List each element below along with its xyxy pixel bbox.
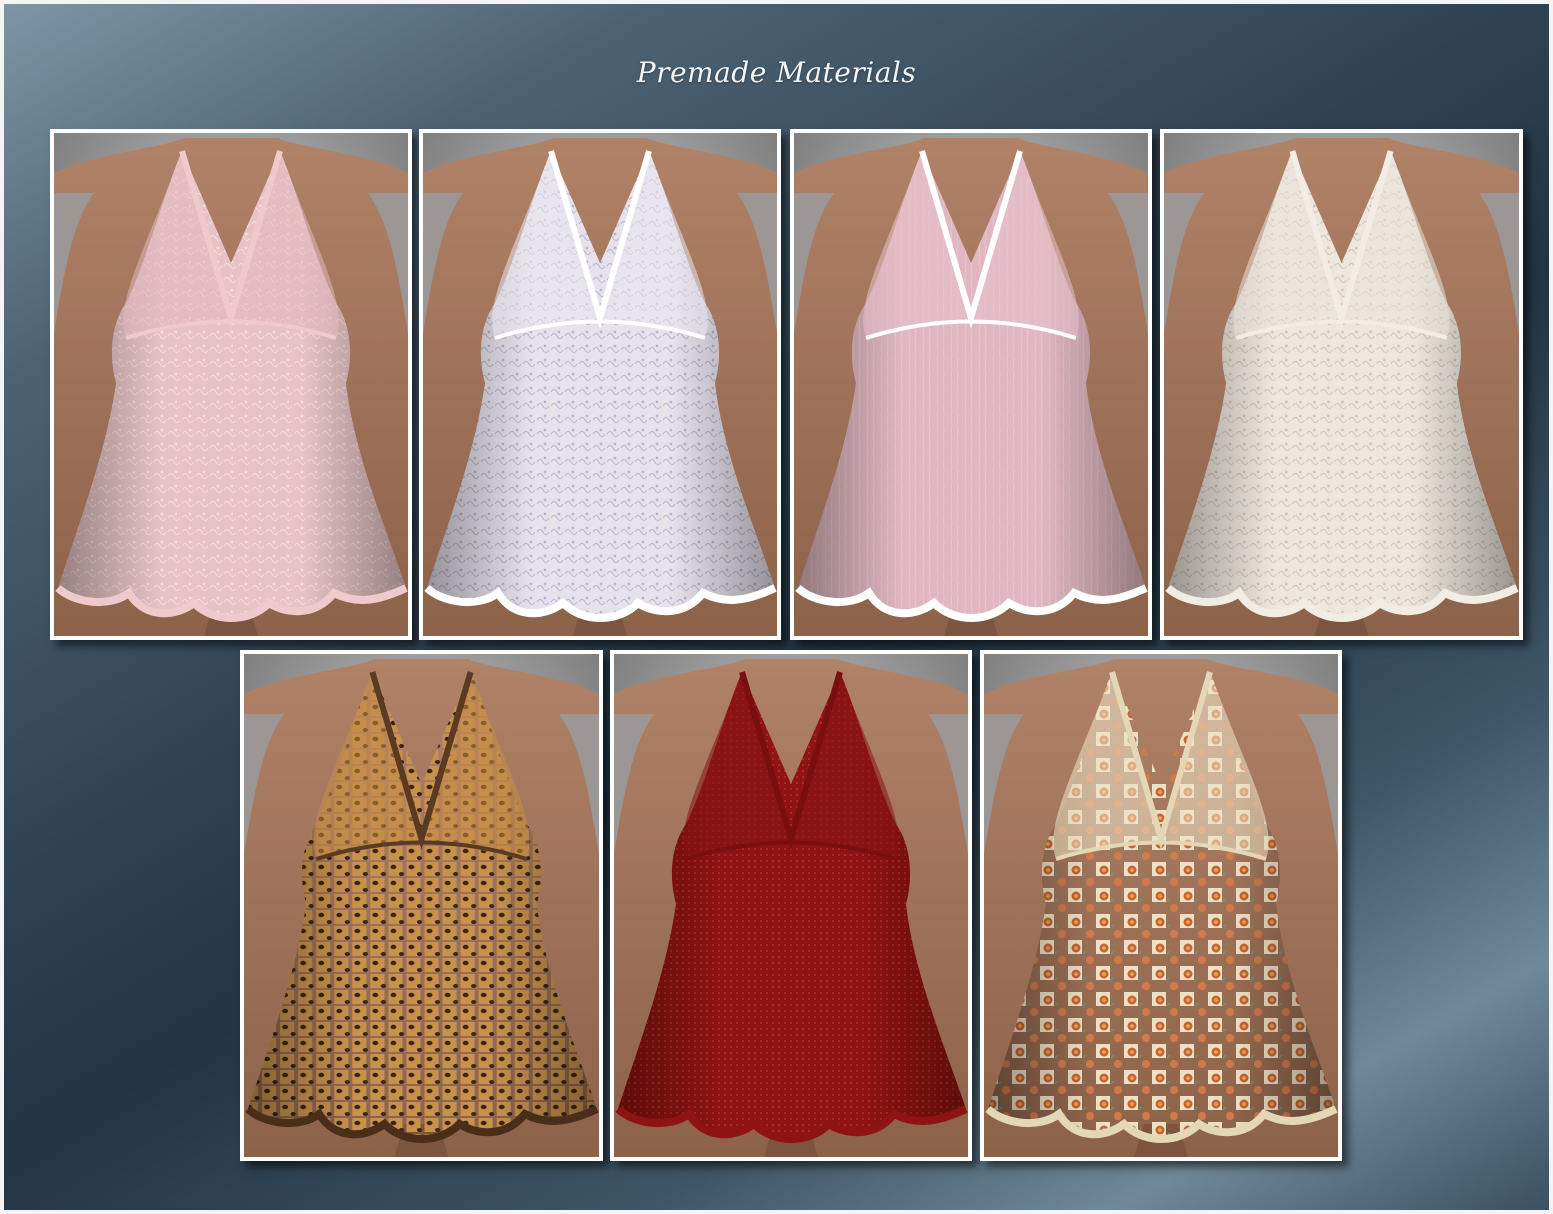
material-swatch-5 bbox=[240, 650, 603, 1161]
material-swatch-6 bbox=[610, 650, 972, 1161]
dress-render bbox=[984, 659, 1338, 1157]
dress-render bbox=[794, 138, 1148, 636]
dress-render bbox=[244, 659, 599, 1157]
page-title: Premade Materials bbox=[636, 56, 917, 89]
dress-render bbox=[1164, 138, 1519, 636]
promo-background: Premade Materials bbox=[0, 0, 1553, 1214]
dress-render bbox=[54, 138, 408, 636]
material-swatch-7 bbox=[980, 650, 1342, 1161]
dress-render bbox=[423, 138, 777, 636]
material-swatch-1 bbox=[50, 129, 412, 640]
material-swatch-2 bbox=[419, 129, 781, 640]
material-swatch-4 bbox=[1160, 129, 1523, 640]
dress-render bbox=[614, 659, 968, 1157]
material-swatch-3 bbox=[790, 129, 1152, 640]
